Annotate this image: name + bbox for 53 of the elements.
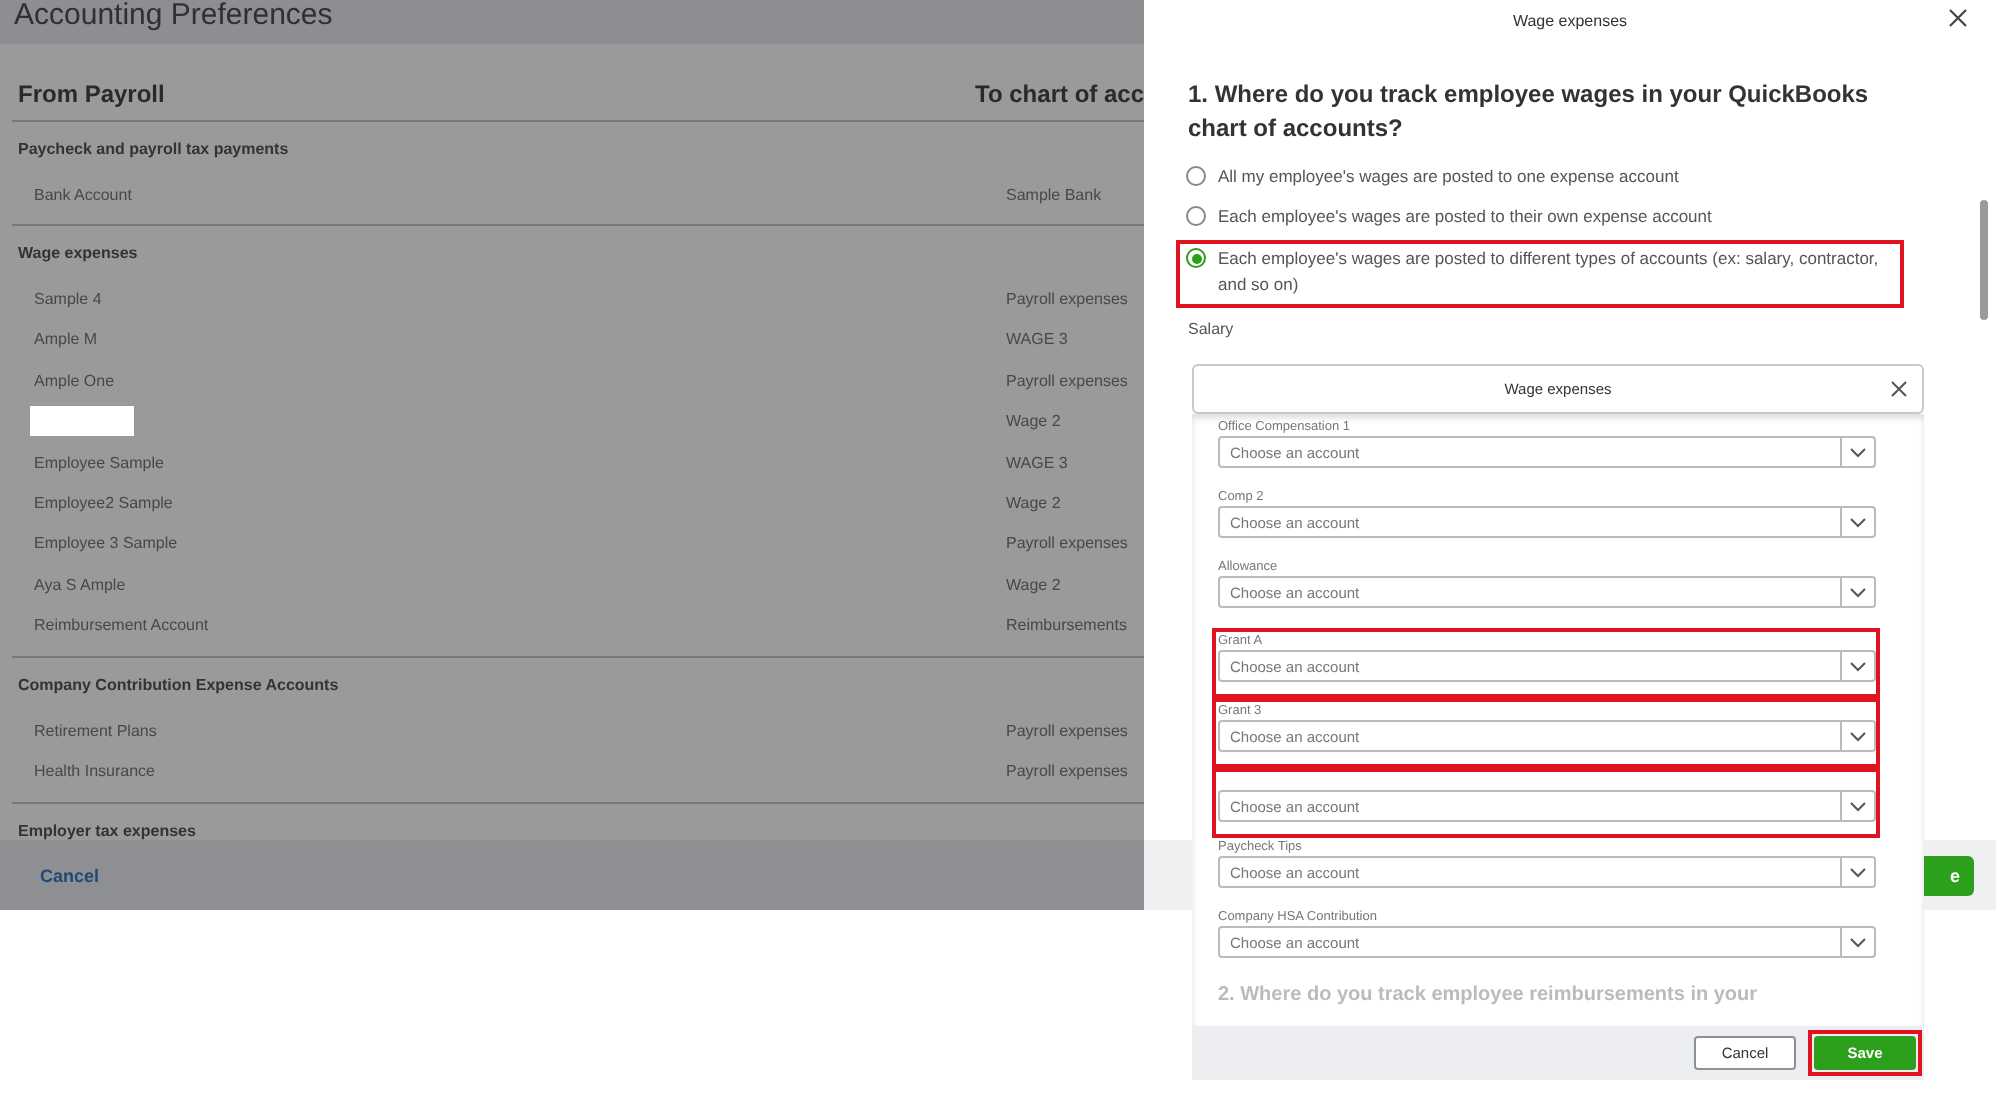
radio-button[interactable] — [1186, 248, 1206, 268]
scrollbar[interactable] — [1980, 200, 1988, 320]
column-header: To chart of acc — [975, 80, 1144, 108]
table-cell-text: Health Insurance — [32, 761, 157, 780]
chevron-down-icon[interactable] — [1850, 587, 1866, 597]
page-title: Accounting Preferences — [0, 0, 1144, 44]
table-cell: Payroll expenses — [1006, 371, 1128, 390]
section-title: Wage expenses — [16, 244, 140, 267]
option-label: Each employee's wages are posted to their own expense account — [1218, 204, 1712, 230]
chevron-down-icon[interactable] — [1850, 517, 1866, 527]
table-cell: Sample Bank — [1006, 185, 1102, 204]
table-cell-text: Employee 3 Sample — [32, 534, 180, 553]
panel-title: Wage expenses — [1512, 11, 1628, 29]
close-icon[interactable] — [1890, 380, 1908, 398]
table-cell-text: Aya S Ample — [32, 575, 128, 594]
table-cell: WAGE 3 — [1006, 453, 1068, 472]
table-cell: Payroll expenses — [1006, 721, 1128, 740]
table-cell-text: Retirement Plans — [32, 721, 159, 740]
option-label: All my employee's wages are posted to one expense account — [1218, 164, 1679, 190]
chevron-down-icon[interactable] — [1850, 447, 1866, 457]
table-cell: Payroll expenses — [1006, 290, 1128, 309]
table-cell-text: Employee Sample — [32, 453, 166, 472]
table-cell-text: Ample One — [32, 371, 117, 390]
chevron-down-icon[interactable] — [1850, 867, 1866, 877]
chevron-down-icon[interactable] — [1850, 937, 1866, 947]
table-cell: Wage 2 — [1006, 412, 1061, 431]
radio-button[interactable] — [1186, 166, 1206, 186]
table-cell-text: Ample M — [32, 330, 100, 349]
table-cell: Wage 2 — [1006, 494, 1061, 513]
close-icon[interactable] — [1948, 8, 1968, 28]
section-title: Employer tax expenses — [16, 821, 198, 840]
option-label: Each employee's wages are posted to different types of accounts (ex: salary, contractor, and so on) — [1218, 246, 1881, 298]
table-cell: Payroll expenses — [1006, 534, 1128, 553]
table-cell: Payroll expenses — [1006, 761, 1128, 780]
table-cell-text: Sample 4 — [32, 290, 104, 309]
table-cell-text: Reimbursement Account — [32, 616, 211, 635]
section-title: Paycheck and payroll tax payments — [16, 140, 291, 162]
section-title: Company Contribution Expense Accounts — [16, 675, 341, 698]
chevron-down-icon[interactable] — [1850, 801, 1866, 811]
question-heading: 1. Where do you track employee wages in your QuickBooks chart of accounts? — [1188, 78, 1871, 146]
table-cell-text: Bank Account — [32, 185, 134, 204]
table-cell: Reimbursements — [1006, 616, 1127, 635]
radio-button[interactable] — [1186, 206, 1206, 226]
chevron-down-icon[interactable] — [1850, 661, 1866, 671]
question-heading: 2. Where do you track employee reimbursements in your — [1218, 984, 1760, 1008]
column-header: From Payroll — [16, 80, 167, 108]
table-cell-text: Employee2 Sample — [32, 494, 175, 513]
save-button[interactable]: e — [1922, 855, 1974, 895]
table-cell: WAGE 3 — [1006, 330, 1068, 349]
table-cell: Wage 2 — [1006, 575, 1061, 594]
chevron-down-icon[interactable] — [1850, 731, 1866, 741]
cancel-link[interactable]: Cancel — [40, 865, 100, 885]
field-label: Salary — [1188, 320, 1236, 338]
